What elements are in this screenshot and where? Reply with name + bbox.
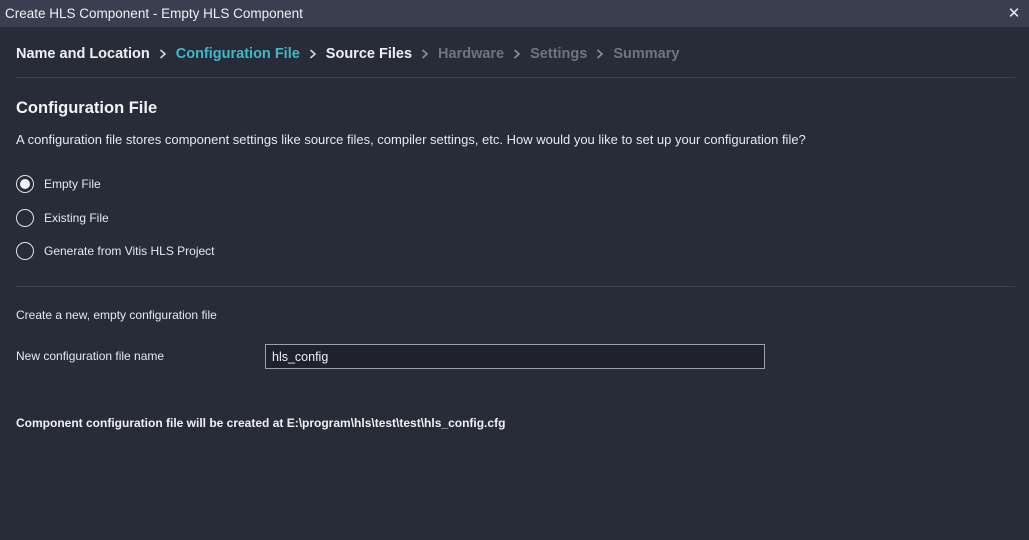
step-source-files[interactable]: Source Files [326,46,412,62]
title-bar: Create HLS Component - Empty HLS Compone… [0,0,1029,27]
chevron-right-icon [412,46,438,62]
header-divider [16,77,1015,78]
option-hint: Create a new, empty configuration file [16,308,217,322]
radio-selected-dot [20,179,30,189]
close-icon[interactable]: ✕ [1007,6,1021,21]
radio-button[interactable] [16,209,34,227]
chevron-right-icon [587,46,613,62]
radio-button[interactable] [16,242,34,260]
radio-label: Empty File [44,177,101,191]
chevron-right-icon [150,46,176,62]
radio-label: Generate from Vitis HLS Project [44,244,215,258]
step-name-and-location[interactable]: Name and Location [16,46,150,62]
window-title: Create HLS Component - Empty HLS Compone… [5,6,303,21]
step-hardware[interactable]: Hardware [438,46,504,62]
wizard-steps: Name and Location Configuration File Sou… [16,46,679,62]
radio-empty-file[interactable]: Empty File [16,175,101,193]
radio-button[interactable] [16,175,34,193]
filename-label: New configuration file name [16,349,165,363]
path-note: Component configuration file will be cre… [16,416,506,430]
chevron-right-icon [504,46,530,62]
filename-input[interactable] [265,344,765,369]
options-divider [16,286,1015,287]
section-title: Configuration File [16,99,158,117]
step-configuration-file[interactable]: Configuration File [176,46,300,62]
step-settings[interactable]: Settings [530,46,587,62]
chevron-right-icon [300,46,326,62]
section-description: A configuration file stores component se… [16,132,806,147]
radio-generate-from-project[interactable]: Generate from Vitis HLS Project [16,242,215,260]
radio-label: Existing File [44,211,109,225]
step-summary[interactable]: Summary [613,46,679,62]
radio-existing-file[interactable]: Existing File [16,209,109,227]
